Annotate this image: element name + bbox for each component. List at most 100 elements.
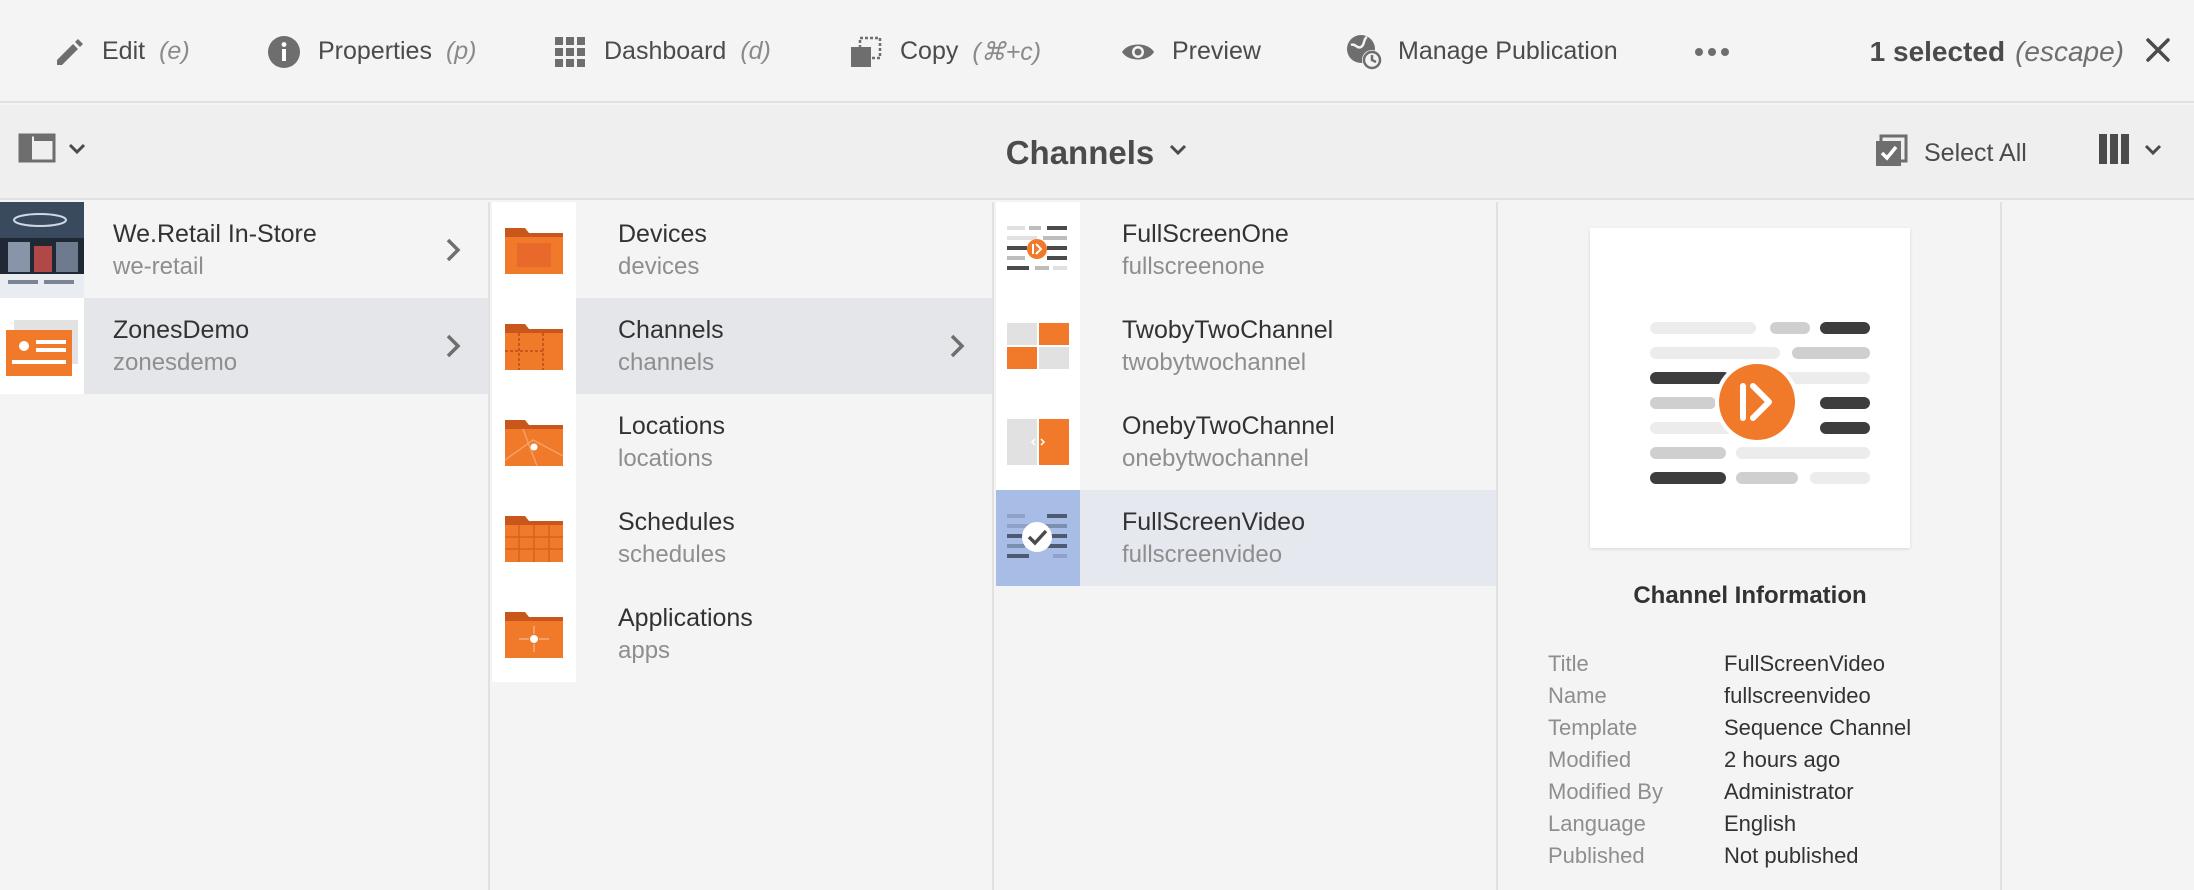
properties-button[interactable]: Properties (p)	[264, 0, 477, 103]
list-item-fullscreenvideo[interactable]: FullScreenVideo fullscreenvideo	[996, 490, 1496, 586]
list-item-zonesdemo[interactable]: ZonesDemo zonesdemo	[0, 298, 488, 394]
properties-shortcut: (p)	[445, 37, 477, 65]
pencil-icon	[48, 32, 88, 72]
header-bar: Channels Select All	[0, 105, 2194, 200]
zonesdemo-thumbnail	[0, 298, 84, 394]
item-title: We.Retail In-Store	[113, 220, 317, 248]
item-name: apps	[618, 637, 671, 664]
column-zonesdemo: Devices devices Channels channels Locati…	[492, 202, 994, 890]
item-title: Channels	[618, 316, 724, 344]
list-item-fullscreenone[interactable]: FullScreenOne fullscreenone	[996, 202, 1496, 298]
item-name: fullscreenvideo	[1122, 541, 1283, 568]
edit-button[interactable]: Edit (e)	[48, 0, 190, 103]
folder-channels-icon	[492, 298, 576, 394]
page-title[interactable]: Channels	[1006, 134, 1155, 172]
item-name: onebytwochannel	[1122, 445, 1309, 472]
meta-row-modified-by: Modified By Administrator	[1548, 776, 1911, 808]
meta-value: 2 hours ago	[1724, 747, 1841, 772]
view-chevron-down-icon	[2144, 143, 2162, 161]
info-icon	[264, 32, 304, 72]
item-title: TwobyTwoChannel	[1122, 316, 1334, 344]
view-switcher[interactable]	[2098, 133, 2162, 170]
rail-toggle-button[interactable]	[18, 133, 86, 168]
sequence-channel-thumbnail	[996, 202, 1080, 298]
action-bar: Edit (e) Properties (p) Dashboard (d) Co…	[0, 0, 2194, 103]
item-name: fullscreenone	[1122, 253, 1265, 280]
column-view: We.Retail In-Store we-retail ZonesDemo z	[0, 202, 2194, 890]
details-title: Channel Information	[1633, 582, 1867, 609]
chevron-down-icon	[68, 142, 86, 160]
meta-key: Language	[1548, 811, 1646, 836]
list-item-onebytwochannel[interactable]: OnebyTwoChannel onebytwochannel	[996, 394, 1496, 490]
edit-label: Edit	[102, 37, 146, 65]
close-selection-button[interactable]	[2138, 32, 2178, 72]
meta-value: Not published	[1724, 843, 1859, 868]
meta-row-modified: Modified 2 hours ago	[1548, 744, 1911, 776]
details-panel: Channel Information Title FullScreenVide…	[1500, 202, 2002, 890]
item-name: channels	[618, 349, 715, 376]
close-icon	[2145, 37, 2171, 68]
meta-key: Modified By	[1548, 779, 1663, 804]
item-name: twobytwochannel	[1122, 349, 1307, 376]
meta-value: Sequence Channel	[1724, 715, 1912, 740]
folder-apps-icon	[492, 586, 576, 682]
dashboard-label: Dashboard	[604, 37, 727, 65]
list-item-twobytwochannel[interactable]: TwobyTwoChannel twobytwochannel	[996, 298, 1496, 394]
item-name: schedules	[618, 541, 727, 568]
chevron-right-icon	[444, 236, 462, 264]
edit-shortcut: (e)	[159, 37, 190, 65]
folder-schedules-icon	[492, 490, 576, 586]
copy-icon	[846, 32, 886, 72]
column-channels: FullScreenOne fullscreenone TwobyTwoChan…	[996, 202, 1498, 890]
folder-locations-icon	[492, 394, 576, 490]
sequence-channel-preview	[1590, 228, 1910, 548]
chevron-right-icon	[444, 332, 462, 360]
meta-key: Template	[1548, 715, 1638, 740]
meta-key: Modified	[1548, 747, 1632, 772]
item-title: FullScreenVideo	[1122, 508, 1305, 536]
column-view-icon	[2098, 133, 2130, 170]
list-item-applications[interactable]: Applications apps	[492, 586, 992, 682]
selected-check-thumbnail	[996, 490, 1080, 586]
folder-devices-icon	[492, 202, 576, 298]
title-chevron-down-icon[interactable]	[1168, 143, 1188, 162]
item-title: Schedules	[618, 508, 735, 536]
meta-key: Published	[1548, 843, 1645, 868]
select-all-button[interactable]: Select All	[1874, 129, 2027, 177]
selection-escape-hint: (escape)	[2015, 35, 2124, 67]
copy-button[interactable]: Copy (⌘+c)	[846, 0, 1041, 103]
meta-row-title: Title FullScreenVideo	[1548, 648, 1911, 680]
select-all-checkbox-icon	[1874, 134, 1908, 173]
properties-label: Properties	[318, 37, 432, 65]
meta-row-template: Template Sequence Channel	[1548, 712, 1911, 744]
column-sites: We.Retail In-Store we-retail ZonesDemo z	[0, 202, 490, 890]
meta-value: FullScreenVideo	[1724, 651, 1886, 676]
details-metadata: Title FullScreenVideo Name fullscreenvid…	[1548, 648, 1911, 872]
item-title: OnebyTwoChannel	[1122, 412, 1335, 440]
rail-toggle-icon	[18, 133, 56, 168]
meta-value: English	[1724, 811, 1797, 836]
copy-label: Copy	[900, 37, 959, 65]
meta-value: Administrator	[1724, 779, 1854, 804]
preview-button[interactable]: Preview	[1118, 0, 1261, 103]
dashboard-shortcut: (d)	[740, 37, 771, 65]
item-title: ZonesDemo	[113, 316, 250, 344]
list-item-schedules[interactable]: Schedules schedules	[492, 490, 992, 586]
meta-row-published: Published Not published	[1548, 840, 1911, 872]
meta-row-name: Name fullscreenvideo	[1548, 680, 1911, 712]
select-all-label: Select All	[1924, 138, 2027, 167]
list-item-locations[interactable]: Locations locations	[492, 394, 992, 490]
dashboard-button[interactable]: Dashboard (d)	[550, 0, 771, 103]
item-title: Locations	[618, 412, 726, 440]
meta-value: fullscreenvideo	[1724, 683, 1871, 708]
item-name: we-retail	[113, 253, 204, 280]
list-item-devices[interactable]: Devices devices	[492, 202, 992, 298]
meta-row-language: Language English	[1548, 808, 1911, 840]
manage-publication-button[interactable]: Manage Publication	[1344, 0, 1618, 103]
eye-icon	[1118, 32, 1158, 72]
list-item-we-retail[interactable]: We.Retail In-Store we-retail	[0, 202, 488, 298]
list-item-channels[interactable]: Channels channels	[492, 298, 992, 394]
item-name: devices	[618, 253, 700, 280]
more-actions-button[interactable]	[1692, 0, 1732, 103]
grid-icon	[550, 32, 590, 72]
